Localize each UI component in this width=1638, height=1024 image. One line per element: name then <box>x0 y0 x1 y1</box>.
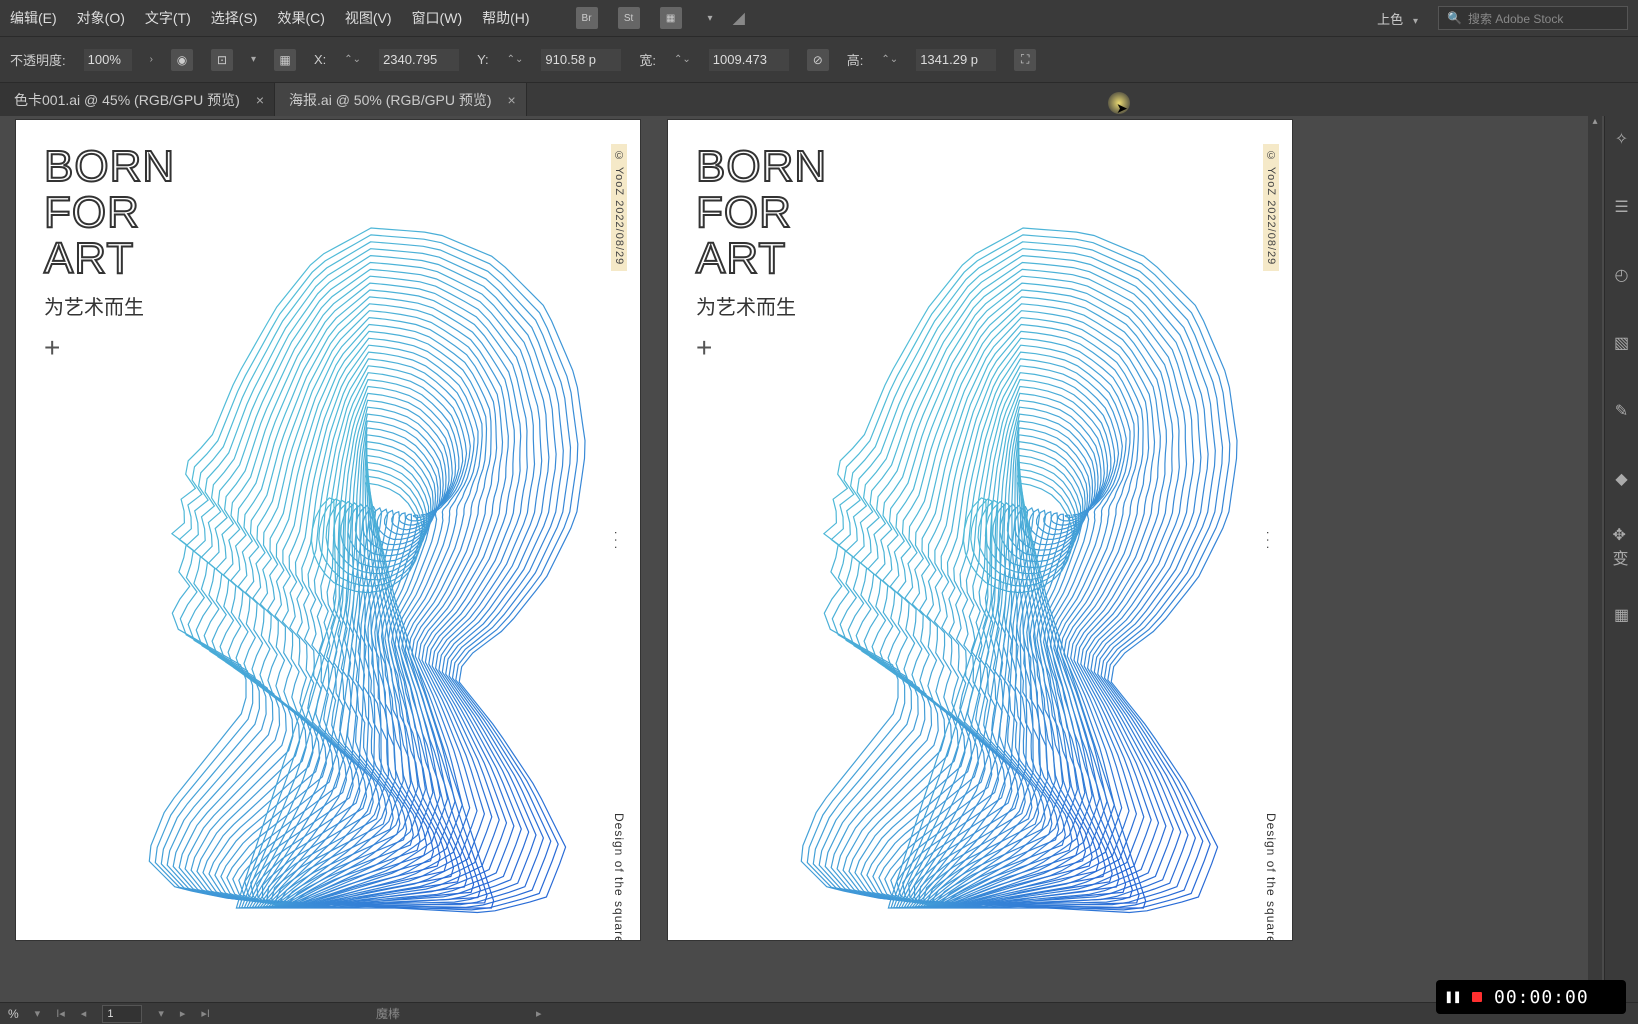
x-input[interactable] <box>379 49 459 71</box>
x-stepper-icon[interactable]: ⌃⌄ <box>344 54 361 65</box>
record-icon[interactable] <box>1470 990 1484 1004</box>
pause-icon[interactable]: ❚❚ <box>1446 990 1460 1004</box>
recorder-time: 00:00:00 <box>1494 987 1589 1008</box>
scroll-up-icon[interactable]: ▴ <box>1588 116 1602 127</box>
zoom-hint: % <box>8 1007 19 1021</box>
menu-text[interactable]: 文字(T) <box>145 8 191 28</box>
y-label: Y: <box>477 52 489 67</box>
link-dimensions-icon[interactable]: ⊘ <box>807 49 829 71</box>
canvas-area[interactable]: BORN FOR ART 为艺术而生 + © YooZ 2022/08/29 .… <box>0 116 1638 1002</box>
transform-dropdown-icon[interactable]: ▾ <box>251 54 256 65</box>
title-line: BORN <box>696 144 827 190</box>
brush-icon[interactable]: ✎ <box>1613 402 1631 420</box>
next-artboard-icon[interactable]: ▸ <box>180 1007 186 1020</box>
menu-window[interactable]: 窗口(W) <box>412 8 463 28</box>
align-panel-icon[interactable]: ▦ <box>1613 606 1631 624</box>
artboard[interactable]: BORN FOR ART 为艺术而生 + © YooZ 2022/08/29 .… <box>668 120 1292 940</box>
screen-recorder-widget[interactable]: ❚❚ 00:00:00 <box>1436 980 1626 1014</box>
bridge-icon[interactable]: Br <box>576 7 598 29</box>
w-input[interactable] <box>709 49 789 71</box>
document-tab-bar: 色卡001.ai @ 45% (RGB/GPU 预览) × 海报.ai @ 50… <box>0 82 1638 116</box>
artboard-number-input[interactable] <box>102 1005 142 1023</box>
recolor-icon[interactable]: ◉ <box>171 49 193 71</box>
gpu-icon[interactable]: ◢ <box>733 8 745 28</box>
symbol-icon[interactable]: ◆ <box>1613 470 1631 488</box>
h-label: 高: <box>847 50 864 69</box>
line-art-figure <box>768 208 1268 928</box>
w-label: 宽: <box>639 50 656 69</box>
artboard[interactable]: BORN FOR ART 为艺术而生 + © YooZ 2022/08/29 .… <box>16 120 640 940</box>
properties-icon[interactable]: ✧ <box>1613 130 1631 148</box>
right-panel-sliver: ✧ ☰ ◴ ▧ ✎ ◆ ✥ 变 ▦ <box>1604 116 1638 1002</box>
menu-view[interactable]: 视图(V) <box>345 8 392 28</box>
tab-label: 海报.ai @ 50% (RGB/GPU 预览) <box>289 90 491 110</box>
close-icon[interactable]: × <box>507 92 515 108</box>
search-icon: 🔍 <box>1447 11 1462 25</box>
chevron-down-icon: ▾ <box>1413 16 1418 27</box>
status-bar: % ▾ I◂ ◂ ▾ ▸ ▸I 魔棒 ▸ <box>0 1002 1638 1024</box>
zoom-dropdown-icon[interactable]: ▾ <box>35 1007 41 1020</box>
stock-icon[interactable]: St <box>618 7 640 29</box>
libraries-icon[interactable]: ☰ <box>1613 198 1631 216</box>
title-line: BORN <box>44 144 175 190</box>
w-stepper-icon[interactable]: ⌃⌄ <box>674 54 691 65</box>
menu-object[interactable]: 对象(O) <box>77 8 125 28</box>
opacity-stepper-icon[interactable]: › <box>150 54 153 65</box>
search-placeholder: 搜索 Adobe Stock <box>1468 10 1563 27</box>
tab-label: 色卡001.ai @ 45% (RGB/GPU 预览) <box>14 90 240 110</box>
opacity-input[interactable] <box>84 49 132 71</box>
menu-edit[interactable]: 编辑(E) <box>10 8 57 28</box>
current-tool-label: 魔棒 <box>376 1005 400 1022</box>
align-icon[interactable]: ▦ <box>274 49 296 71</box>
last-artboard-icon[interactable]: ▸I <box>201 1007 210 1020</box>
isolate-icon[interactable]: ⛶ <box>1014 49 1036 71</box>
transform-icon[interactable]: ⊡ <box>211 49 233 71</box>
menu-help[interactable]: 帮助(H) <box>482 8 529 28</box>
color-icon[interactable]: ◴ <box>1613 266 1631 284</box>
options-bar: 不透明度: › ◉ ⊡ ▾ ▦ X: ⌃⌄ Y: ⌃⌄ 宽: ⌃⌄ ⊘ 高: ⌃… <box>0 36 1638 82</box>
transform-panel-icon[interactable]: ✥ 变 <box>1613 538 1631 556</box>
status-menu-icon[interactable]: ▸ <box>536 1007 542 1020</box>
line-art-figure <box>116 208 616 928</box>
cursor-icon: ➤ <box>1116 100 1128 117</box>
search-input[interactable]: 🔍 搜索 Adobe Stock <box>1438 6 1628 30</box>
main-menu-bar: 编辑(E) 对象(O) 文字(T) 选择(S) 效果(C) 视图(V) 窗口(W… <box>0 0 1638 36</box>
document-tab[interactable]: 色卡001.ai @ 45% (RGB/GPU 预览) × <box>0 83 275 117</box>
opacity-label: 不透明度: <box>10 50 66 69</box>
h-input[interactable] <box>916 49 996 71</box>
painting-mode-dropdown[interactable]: 上色 ▾ <box>1377 9 1418 28</box>
prev-artboard-icon[interactable]: ◂ <box>81 1007 87 1020</box>
menu-select[interactable]: 选择(S) <box>211 8 258 28</box>
y-stepper-icon[interactable]: ⌃⌄ <box>507 54 524 65</box>
first-artboard-icon[interactable]: I◂ <box>56 1007 65 1020</box>
artboard-dropdown-icon[interactable]: ▾ <box>158 1007 164 1020</box>
menu-effect[interactable]: 效果(C) <box>277 8 324 28</box>
vertical-scrollbar[interactable]: ▴ <box>1588 116 1602 1002</box>
swatch-icon[interactable]: ▧ <box>1613 334 1631 352</box>
arrange-icon[interactable]: ▦ <box>660 7 682 29</box>
close-icon[interactable]: × <box>256 92 264 108</box>
h-stepper-icon[interactable]: ⌃⌄ <box>881 54 898 65</box>
x-label: X: <box>314 52 326 67</box>
arrange-dropdown-icon[interactable]: ▾ <box>708 13 713 24</box>
y-input[interactable] <box>541 49 621 71</box>
document-tab[interactable]: 海报.ai @ 50% (RGB/GPU 预览) × <box>275 83 527 117</box>
